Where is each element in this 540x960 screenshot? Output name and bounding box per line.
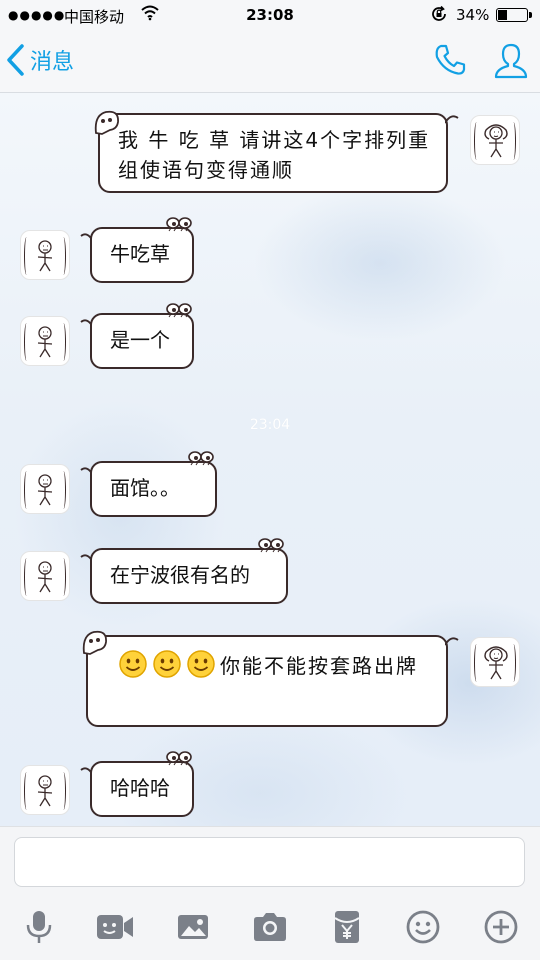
message-outgoing: 你能不能按套路出牌 [0,629,540,739]
plus-icon [484,910,518,944]
peeking-eyes-icon [258,538,284,553]
message-text: 面馆。。 [110,476,180,500]
message-bubble[interactable]: 面馆。。 [90,461,217,517]
input-toolbar [0,901,540,955]
message-incoming: 在宁波很有名的 [0,538,540,615]
message-outgoing: 我 牛 吃 草 请讲这4个字排列重组使语句变得通顺 [0,93,540,203]
red-packet-icon [334,911,360,943]
peeking-eyes-icon [166,217,192,232]
message-text: 是一个 [110,328,170,352]
emoji-row [118,650,220,678]
nav-bar: 消息 [0,30,540,93]
stick-girl-icon [484,124,508,158]
back-label: 消息 [30,50,75,75]
peeking-eyes-icon [166,751,192,766]
message-text: 我 牛 吃 草 请讲这4个字排列重组使语句变得通顺 [118,128,431,182]
smiley-emoji-icon [187,650,215,678]
more-button[interactable] [479,905,523,949]
message-bubble[interactable]: 是一个 [90,313,194,369]
chevron-left-icon [7,44,24,76]
stick-figure-icon [37,775,53,807]
avatar-contact[interactable] [20,765,70,815]
stick-figure-icon [37,561,53,593]
stick-figure-icon [37,474,53,506]
avatar-contact[interactable] [20,230,70,280]
message-incoming: 面馆。。 [0,451,540,528]
person-icon [494,43,528,79]
message-incoming: 牛吃草 [0,217,540,293]
back-button[interactable]: 消息 [4,40,74,80]
avatar-contact[interactable] [20,551,70,601]
bubble-tail-icon [445,637,459,646]
mic-icon [26,911,52,943]
message-input[interactable] [14,837,525,887]
camera-button[interactable] [248,905,292,949]
video-icon [97,915,133,939]
peeking-eyes-icon [188,451,214,466]
message-bubble[interactable]: 我 牛 吃 草 请讲这4个字排列重组使语句变得通顺 [98,113,448,193]
emoji-icon [406,910,440,944]
ghost-sticker-icon [82,630,107,655]
avatar-contact[interactable] [20,316,70,366]
rotation-lock-icon [430,5,448,27]
bubble-tail-icon [445,115,459,124]
message-incoming: 哈哈哈 [0,751,540,829]
message-bubble[interactable]: 哈哈哈 [90,761,194,817]
photo-button[interactable] [171,905,215,949]
avatar-self[interactable] [470,637,520,687]
stick-girl-icon [484,646,508,680]
message-text: 在宁波很有名的 [110,563,250,587]
smiley-emoji-icon [153,650,181,678]
red-packet-button[interactable] [325,905,369,949]
message-text: 牛吃草 [110,242,170,266]
call-button[interactable] [432,42,468,82]
battery-icon [496,8,532,22]
message-text: 哈哈哈 [110,776,170,800]
message-content: 你能不能按套路出牌 [118,649,434,681]
input-area [0,826,540,960]
message-incoming: 是一个 [0,303,540,381]
avatar-contact[interactable] [20,464,70,514]
chat-area[interactable]: 我 牛 吃 草 请讲这4个字排列重组使语句变得通顺 牛吃草 是一个 23:04 … [0,93,540,826]
message-bubble[interactable]: 在宁波很有名的 [90,548,288,604]
stick-figure-icon [37,240,53,272]
status-bar: ●●●●● 中国移动 23:08 34% [0,0,540,30]
profile-button[interactable] [493,42,529,84]
timestamp: 23:04 [249,417,291,433]
video-call-button[interactable] [93,905,137,949]
stick-figure-icon [37,326,53,358]
message-bubble[interactable]: 牛吃草 [90,227,194,283]
avatar-self[interactable] [470,115,520,165]
camera-icon [254,913,286,941]
peeking-eyes-icon [166,303,192,318]
message-text: 你能不能按套路出牌 [220,654,418,678]
ghost-sticker-icon [94,110,119,135]
phone-icon [435,44,466,75]
image-icon [178,915,208,939]
smiley-emoji-icon [119,650,147,678]
emoji-button[interactable] [401,905,445,949]
battery-percentage: 34% [456,6,490,24]
message-bubble[interactable]: 你能不能按套路出牌 [86,635,448,727]
voice-button[interactable] [17,905,61,949]
